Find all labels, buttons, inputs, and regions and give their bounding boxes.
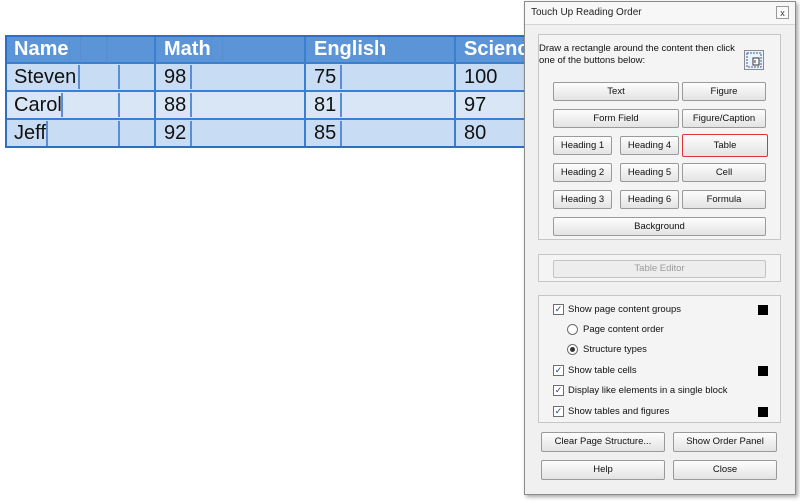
table-editor-button[interactable]: Table Editor bbox=[553, 260, 766, 278]
dialog-title-bar[interactable]: Touch Up Reading Order x bbox=[525, 2, 795, 25]
table-cell[interactable]: 81 bbox=[305, 91, 455, 119]
cell-divider bbox=[69, 37, 81, 61]
close-icon[interactable]: x bbox=[776, 6, 789, 19]
header-cell-text: Name bbox=[14, 38, 69, 60]
structure-types-label: Structure types bbox=[583, 344, 647, 355]
table-cell[interactable]: Carol bbox=[5, 91, 155, 119]
instruction-text: Draw a rectangle around the content then… bbox=[539, 43, 735, 66]
tables-figures-color-swatch[interactable] bbox=[758, 407, 768, 417]
cell-text: 98 bbox=[164, 66, 187, 88]
header-cell-math[interactable]: Math bbox=[155, 35, 305, 63]
heading-5-button[interactable]: Heading 5 bbox=[620, 163, 679, 182]
table-cell[interactable]: 98 bbox=[155, 63, 305, 91]
cell-divider bbox=[118, 121, 120, 146]
figure-caption-button[interactable]: Figure/Caption bbox=[682, 109, 766, 128]
touch-up-reading-order-dialog[interactable]: Touch Up Reading Order x Draw a rectangl… bbox=[524, 1, 796, 495]
page-content-order-label: Page content order bbox=[583, 324, 664, 335]
select-rectangle-icon[interactable] bbox=[744, 50, 764, 70]
cell-divider bbox=[340, 93, 342, 117]
show-tables-figures-label: Show tables and figures bbox=[568, 406, 670, 417]
form-field-button[interactable]: Form Field bbox=[553, 109, 679, 128]
help-button[interactable]: Help bbox=[541, 460, 665, 480]
cell-text: 88 bbox=[164, 94, 187, 116]
close-button[interactable]: Close bbox=[673, 460, 777, 480]
background-button[interactable]: Background bbox=[553, 217, 766, 236]
table-cell[interactable]: 92 bbox=[155, 119, 305, 148]
table-cell[interactable]: 88 bbox=[155, 91, 305, 119]
display-like-label: Display like elements in a single block bbox=[568, 385, 728, 396]
heading-6-button[interactable]: Heading 6 bbox=[620, 190, 679, 209]
table-row[interactable]: Steven 98 75 100 bbox=[5, 63, 535, 91]
header-cell-name[interactable]: Name bbox=[5, 35, 155, 63]
header-cell-english[interactable]: English bbox=[305, 35, 455, 63]
table-cell[interactable]: 100 bbox=[455, 63, 535, 91]
cell-text: 100 bbox=[464, 66, 498, 88]
cell-divider bbox=[340, 121, 342, 146]
table-header-row[interactable]: Name Math English Science bbox=[5, 35, 535, 63]
cell-text: 92 bbox=[164, 122, 187, 144]
page-content-order-radio[interactable] bbox=[567, 324, 578, 335]
text-button[interactable]: Text bbox=[553, 82, 679, 101]
cell-text: 75 bbox=[314, 66, 337, 88]
formula-button[interactable]: Formula bbox=[682, 190, 766, 209]
table-cell[interactable]: 80 bbox=[455, 119, 535, 148]
table-row[interactable]: Carol 88 81 97 bbox=[5, 91, 535, 119]
show-groups-label: Show page content groups bbox=[568, 304, 682, 315]
cell-divider bbox=[46, 121, 48, 146]
show-groups-checkbox[interactable]: ✓ bbox=[553, 304, 564, 315]
table-row[interactable]: Jeff 92 85 80 bbox=[5, 119, 535, 148]
show-tables-figures-checkbox[interactable]: ✓ bbox=[553, 406, 564, 417]
structure-types-radio[interactable] bbox=[567, 344, 578, 355]
show-order-panel-button[interactable]: Show Order Panel bbox=[673, 432, 777, 452]
clear-page-structure-button[interactable]: Clear Page Structure... bbox=[541, 432, 665, 452]
cell-text: 80 bbox=[464, 122, 487, 144]
figure-button[interactable]: Figure bbox=[682, 82, 766, 101]
header-cell-text: English bbox=[314, 38, 387, 60]
table-cell[interactable]: 85 bbox=[305, 119, 455, 148]
heading-2-button[interactable]: Heading 2 bbox=[553, 163, 612, 182]
table-button[interactable]: Table bbox=[682, 134, 768, 157]
show-table-cells-checkbox[interactable]: ✓ bbox=[553, 365, 564, 376]
table-cell[interactable]: Steven bbox=[5, 63, 155, 91]
cell-text: 81 bbox=[314, 94, 337, 116]
cell-divider bbox=[106, 37, 108, 61]
cell-divider bbox=[78, 65, 80, 89]
table-cell[interactable]: Jeff bbox=[5, 119, 155, 148]
cell-divider bbox=[190, 65, 192, 89]
cell-text: 85 bbox=[314, 122, 337, 144]
cell-divider bbox=[118, 93, 120, 117]
cell-text: Carol bbox=[14, 94, 62, 116]
dialog-title: Touch Up Reading Order bbox=[531, 7, 642, 18]
cell-divider bbox=[190, 93, 192, 117]
cell-divider bbox=[61, 93, 63, 117]
heading-4-button[interactable]: Heading 4 bbox=[620, 136, 679, 155]
cell-text: 97 bbox=[464, 94, 487, 116]
heading-1-button[interactable]: Heading 1 bbox=[553, 136, 612, 155]
cell-divider bbox=[211, 37, 223, 61]
cell-divider bbox=[378, 37, 380, 61]
table-cell[interactable]: 75 bbox=[305, 63, 455, 91]
heading-3-button[interactable]: Heading 3 bbox=[553, 190, 612, 209]
header-cell-text: Math bbox=[164, 38, 211, 60]
cell-divider bbox=[340, 65, 342, 89]
cell-button[interactable]: Cell bbox=[682, 163, 766, 182]
content-table[interactable]: Name Math English Science Steven 98 75 1… bbox=[5, 35, 535, 148]
cell-divider bbox=[190, 121, 192, 146]
cell-text: Steven bbox=[14, 66, 77, 88]
table-cell[interactable]: 97 bbox=[455, 91, 535, 119]
header-cell-science[interactable]: Science bbox=[455, 35, 535, 63]
cell-divider bbox=[118, 65, 120, 89]
cells-color-swatch[interactable] bbox=[758, 366, 768, 376]
show-table-cells-label: Show table cells bbox=[568, 365, 637, 376]
groups-color-swatch[interactable] bbox=[758, 305, 768, 315]
display-like-checkbox[interactable]: ✓ bbox=[553, 385, 564, 396]
cell-text: Jeff bbox=[14, 122, 46, 144]
